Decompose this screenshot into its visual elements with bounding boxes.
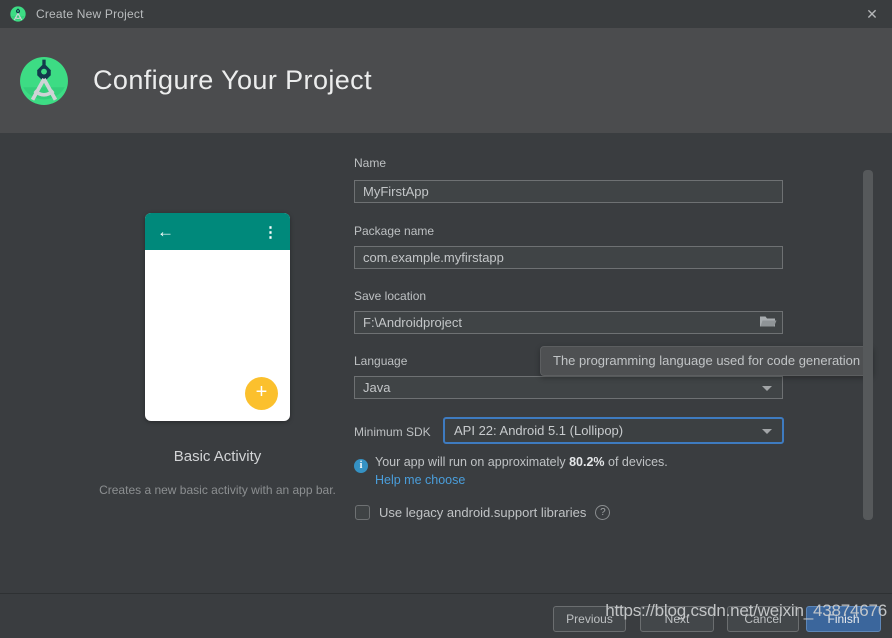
- chevron-down-icon: [762, 386, 772, 391]
- fab-plus-icon: +: [245, 377, 278, 410]
- vertical-scrollbar[interactable]: [863, 170, 873, 520]
- sdk-info-prefix: Your app will run on approximately: [375, 455, 570, 469]
- save-location-label: Save location: [354, 289, 427, 303]
- back-arrow-icon: ←: [157, 221, 174, 241]
- page-title: Configure Your Project: [93, 65, 372, 95]
- wizard-header: Configure Your Project: [0, 28, 892, 133]
- name-input[interactable]: [354, 180, 783, 203]
- minimum-sdk-row: Minimum SDK API 22: Android 5.1 (Lollipo…: [354, 417, 784, 444]
- wizard-content: ← ⋮ + Basic Activity Creates a new basic…: [0, 133, 892, 593]
- template-description: Creates a new basic activity with an app…: [99, 483, 336, 497]
- preview-appbar: ← ⋮: [145, 213, 290, 250]
- minimum-sdk-dropdown[interactable]: API 22: Android 5.1 (Lollipop): [443, 417, 784, 444]
- package-name-label: Package name: [354, 224, 435, 238]
- legacy-support-row: Use legacy android.support libraries ?: [355, 505, 611, 520]
- language-tooltip: The programming language used for code g…: [540, 346, 874, 376]
- language-dropdown[interactable]: Java: [354, 376, 783, 399]
- info-icon: i: [354, 459, 368, 473]
- template-preview-card: ← ⋮ +: [145, 213, 290, 421]
- previous-button[interactable]: Previous: [553, 606, 626, 632]
- legacy-support-label: Use legacy android.support libraries: [379, 505, 587, 520]
- minimum-sdk-value: API 22: Android 5.1 (Lollipop): [454, 423, 624, 438]
- help-icon[interactable]: ?: [595, 505, 611, 520]
- package-name-input[interactable]: [354, 246, 783, 269]
- minimum-sdk-label: Minimum SDK: [354, 425, 431, 439]
- cancel-button[interactable]: Cancel: [727, 606, 799, 632]
- sdk-info-row: i Your app will run on approximately 80.2…: [354, 455, 668, 473]
- help-me-choose-link[interactable]: Help me choose: [375, 473, 465, 487]
- legacy-support-checkbox[interactable]: [355, 505, 370, 520]
- sdk-info-percent: 80.2%: [569, 455, 605, 469]
- language-label: Language: [354, 354, 408, 368]
- android-studio-logo-icon: [20, 56, 68, 105]
- title-bar: Create New Project ✕: [0, 0, 892, 28]
- folder-icon[interactable]: [759, 315, 777, 329]
- android-studio-icon: [10, 6, 26, 22]
- next-button[interactable]: Next: [640, 606, 714, 632]
- chevron-down-icon: [762, 429, 772, 434]
- sdk-info-suffix: of devices.: [604, 455, 668, 469]
- window-title: Create New Project: [36, 7, 144, 21]
- close-icon[interactable]: ✕: [862, 4, 882, 24]
- template-name: Basic Activity: [173, 448, 262, 465]
- wizard-footer: Previous Next Cancel Finish https://blog…: [0, 593, 892, 638]
- name-label: Name: [354, 156, 387, 170]
- language-value: Java: [363, 380, 391, 395]
- finish-button[interactable]: Finish: [806, 606, 881, 632]
- overflow-menu-icon: ⋮: [263, 223, 278, 241]
- save-location-input[interactable]: [354, 311, 783, 334]
